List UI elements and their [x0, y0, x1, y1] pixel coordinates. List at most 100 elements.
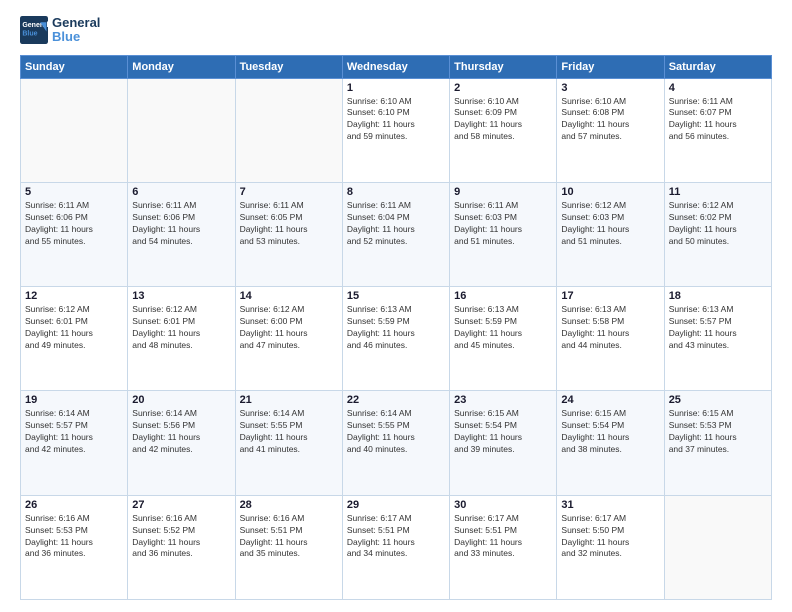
day-info: Sunrise: 6:11 AMSunset: 6:03 PMDaylight:…: [454, 200, 552, 248]
calendar-cell: 19 Sunrise: 6:14 AMSunset: 5:57 PMDayligh…: [21, 391, 128, 495]
calendar-cell: [128, 78, 235, 182]
day-info: Sunrise: 6:11 AMSunset: 6:06 PMDaylight:…: [25, 200, 123, 248]
day-info: Sunrise: 6:13 AMSunset: 5:59 PMDaylight:…: [454, 304, 552, 352]
day-number: 7: [240, 186, 338, 198]
weekday-sunday: Sunday: [21, 55, 128, 78]
calendar-cell: 21 Sunrise: 6:14 AMSunset: 5:55 PMDayligh…: [235, 391, 342, 495]
day-info: Sunrise: 6:11 AMSunset: 6:06 PMDaylight:…: [132, 200, 230, 248]
day-info: Sunrise: 6:12 AMSunset: 6:00 PMDaylight:…: [240, 304, 338, 352]
day-info: Sunrise: 6:12 AMSunset: 6:02 PMDaylight:…: [669, 200, 767, 248]
day-number: 1: [347, 82, 445, 94]
weekday-thursday: Thursday: [450, 55, 557, 78]
day-number: 21: [240, 394, 338, 406]
day-info: Sunrise: 6:11 AMSunset: 6:07 PMDaylight:…: [669, 96, 767, 144]
header: General Blue General Blue: [20, 16, 772, 45]
day-info: Sunrise: 6:10 AMSunset: 6:09 PMDaylight:…: [454, 96, 552, 144]
day-info: Sunrise: 6:16 AMSunset: 5:53 PMDaylight:…: [25, 513, 123, 561]
day-number: 31: [561, 499, 659, 511]
logo: General Blue General Blue: [20, 16, 100, 45]
day-number: 17: [561, 290, 659, 302]
calendar-cell: 3Sunrise: 6:10 AMSunset: 6:08 PMDaylight…: [557, 78, 664, 182]
day-info: Sunrise: 6:17 AMSunset: 5:51 PMDaylight:…: [454, 513, 552, 561]
calendar-cell: 9 Sunrise: 6:11 AMSunset: 6:03 PMDaylight…: [450, 182, 557, 286]
day-number: 28: [240, 499, 338, 511]
calendar-cell: 13Sunrise: 6:12 AMSunset: 6:01 PMDayligh…: [128, 287, 235, 391]
calendar-cell: 14Sunrise: 6:12 AMSunset: 6:00 PMDayligh…: [235, 287, 342, 391]
day-info: Sunrise: 6:13 AMSunset: 5:58 PMDaylight:…: [561, 304, 659, 352]
calendar-cell: [235, 78, 342, 182]
week-row-2: 12 Sunrise: 6:12 AMSunset: 6:01 PMDayligh…: [21, 287, 772, 391]
calendar-cell: 31 Sunrise: 6:17 AMSunset: 5:50 PMDayligh…: [557, 495, 664, 599]
day-info: Sunrise: 6:14 AMSunset: 5:55 PMDaylight:…: [347, 408, 445, 456]
day-info: Sunrise: 6:17 AMSunset: 5:50 PMDaylight:…: [561, 513, 659, 561]
day-number: 22: [347, 394, 445, 406]
calendar-cell: 7 Sunrise: 6:11 AMSunset: 6:05 PMDaylight…: [235, 182, 342, 286]
week-row-0: 1Sunrise: 6:10 AMSunset: 6:10 PMDaylight…: [21, 78, 772, 182]
day-number: 13: [132, 290, 230, 302]
day-number: 10: [561, 186, 659, 198]
weekday-saturday: Saturday: [664, 55, 771, 78]
day-info: Sunrise: 6:11 AMSunset: 6:05 PMDaylight:…: [240, 200, 338, 248]
day-info: Sunrise: 6:12 AMSunset: 6:03 PMDaylight:…: [561, 200, 659, 248]
calendar-cell: 17 Sunrise: 6:13 AMSunset: 5:58 PMDayligh…: [557, 287, 664, 391]
calendar-cell: 11 Sunrise: 6:12 AMSunset: 6:02 PMDayligh…: [664, 182, 771, 286]
calendar-cell: 15 Sunrise: 6:13 AMSunset: 5:59 PMDayligh…: [342, 287, 449, 391]
day-number: 5: [25, 186, 123, 198]
calendar-cell: 24Sunrise: 6:15 AMSunset: 5:54 PMDayligh…: [557, 391, 664, 495]
day-number: 12: [25, 290, 123, 302]
day-number: 9: [454, 186, 552, 198]
day-info: Sunrise: 6:14 AMSunset: 5:56 PMDaylight:…: [132, 408, 230, 456]
calendar-cell: 18Sunrise: 6:13 AMSunset: 5:57 PMDayligh…: [664, 287, 771, 391]
day-info: Sunrise: 6:13 AMSunset: 5:59 PMDaylight:…: [347, 304, 445, 352]
day-info: Sunrise: 6:16 AMSunset: 5:51 PMDaylight:…: [240, 513, 338, 561]
page: General Blue General Blue SundayMondayTu…: [0, 0, 792, 612]
day-number: 23: [454, 394, 552, 406]
weekday-friday: Friday: [557, 55, 664, 78]
day-info: Sunrise: 6:16 AMSunset: 5:52 PMDaylight:…: [132, 513, 230, 561]
day-number: 2: [454, 82, 552, 94]
calendar-cell: [21, 78, 128, 182]
calendar-cell: 4 Sunrise: 6:11 AMSunset: 6:07 PMDaylight…: [664, 78, 771, 182]
day-number: 26: [25, 499, 123, 511]
day-number: 15: [347, 290, 445, 302]
calendar-cell: 30 Sunrise: 6:17 AMSunset: 5:51 PMDayligh…: [450, 495, 557, 599]
day-info: Sunrise: 6:12 AMSunset: 6:01 PMDaylight:…: [25, 304, 123, 352]
calendar-cell: 29 Sunrise: 6:17 AMSunset: 5:51 PMDayligh…: [342, 495, 449, 599]
week-row-3: 19 Sunrise: 6:14 AMSunset: 5:57 PMDayligh…: [21, 391, 772, 495]
day-number: 8: [347, 186, 445, 198]
calendar-table: SundayMondayTuesdayWednesdayThursdayFrid…: [20, 55, 772, 600]
day-number: 16: [454, 290, 552, 302]
day-info: Sunrise: 6:10 AMSunset: 6:08 PMDaylight:…: [561, 96, 659, 144]
day-number: 4: [669, 82, 767, 94]
day-info: Sunrise: 6:17 AMSunset: 5:51 PMDaylight:…: [347, 513, 445, 561]
calendar-cell: 1Sunrise: 6:10 AMSunset: 6:10 PMDaylight…: [342, 78, 449, 182]
day-info: Sunrise: 6:14 AMSunset: 5:55 PMDaylight:…: [240, 408, 338, 456]
day-number: 29: [347, 499, 445, 511]
weekday-monday: Monday: [128, 55, 235, 78]
weekday-header-row: SundayMondayTuesdayWednesdayThursdayFrid…: [21, 55, 772, 78]
week-row-1: 5 Sunrise: 6:11 AMSunset: 6:06 PMDaylight…: [21, 182, 772, 286]
day-number: 6: [132, 186, 230, 198]
calendar-cell: 27 Sunrise: 6:16 AMSunset: 5:52 PMDayligh…: [128, 495, 235, 599]
calendar-cell: 2 Sunrise: 6:10 AMSunset: 6:09 PMDaylight…: [450, 78, 557, 182]
logo-text: General Blue: [52, 16, 100, 45]
day-number: 11: [669, 186, 767, 198]
calendar-cell: 26 Sunrise: 6:16 AMSunset: 5:53 PMDayligh…: [21, 495, 128, 599]
calendar-cell: [664, 495, 771, 599]
calendar-cell: 12 Sunrise: 6:12 AMSunset: 6:01 PMDayligh…: [21, 287, 128, 391]
svg-text:Blue: Blue: [22, 31, 37, 38]
day-info: Sunrise: 6:15 AMSunset: 5:53 PMDaylight:…: [669, 408, 767, 456]
calendar-cell: 8Sunrise: 6:11 AMSunset: 6:04 PMDaylight…: [342, 182, 449, 286]
day-number: 30: [454, 499, 552, 511]
weekday-tuesday: Tuesday: [235, 55, 342, 78]
calendar-cell: 20 Sunrise: 6:14 AMSunset: 5:56 PMDayligh…: [128, 391, 235, 495]
calendar-cell: 28 Sunrise: 6:16 AMSunset: 5:51 PMDayligh…: [235, 495, 342, 599]
day-info: Sunrise: 6:14 AMSunset: 5:57 PMDaylight:…: [25, 408, 123, 456]
day-number: 18: [669, 290, 767, 302]
calendar-cell: 23 Sunrise: 6:15 AMSunset: 5:54 PMDayligh…: [450, 391, 557, 495]
day-number: 19: [25, 394, 123, 406]
logo-icon: General Blue: [20, 16, 48, 44]
day-number: 27: [132, 499, 230, 511]
day-number: 20: [132, 394, 230, 406]
day-info: Sunrise: 6:15 AMSunset: 5:54 PMDaylight:…: [454, 408, 552, 456]
